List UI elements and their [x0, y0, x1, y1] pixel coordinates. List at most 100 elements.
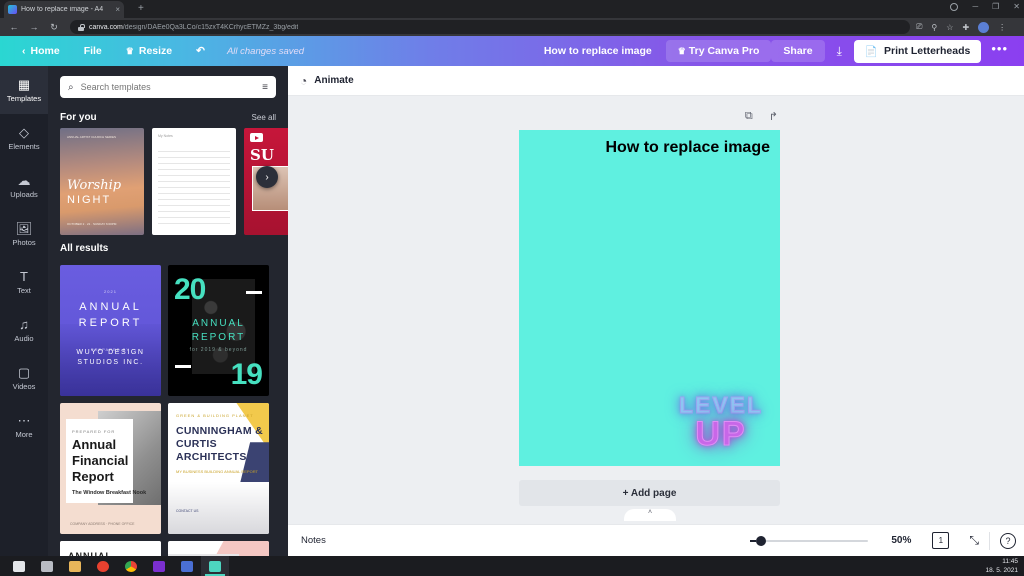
window-close-icon[interactable]: ✕ [1013, 2, 1020, 11]
notes-expand-handle[interactable]: ˄ [624, 509, 676, 521]
thumb-footer: OCTOBER 2 · 21 · SUNDAY 6:00PM [67, 222, 117, 226]
save-status: All changes saved [226, 45, 305, 57]
forward-icon[interactable]: → [24, 22, 44, 32]
search-input[interactable] [80, 82, 256, 92]
thumb-photo [168, 481, 269, 534]
template-thumbnail[interactable]: My Notes [152, 128, 236, 235]
clock-date: 18. 5. 2021 [985, 567, 1018, 574]
undo-button[interactable]: ↶ [184, 45, 217, 57]
sidebar-item-more[interactable]: ⋯ More [0, 402, 48, 450]
task-view-button[interactable] [33, 556, 61, 576]
sidebar-item-label: Elements [8, 141, 40, 151]
pro-crown-icon: ♛ [677, 46, 686, 56]
thumb-kicker: 2021 [104, 289, 117, 294]
template-thumbnail[interactable]: ANNUAL [60, 541, 161, 556]
cast-icon[interactable]: ⎚ [916, 22, 922, 32]
profile-avatar[interactable] [978, 21, 990, 33]
close-icon[interactable]: × [115, 5, 120, 14]
search-box[interactable]: ⌕ ≡ [60, 76, 276, 98]
file-button[interactable]: File [72, 45, 114, 57]
filter-icon[interactable]: ≡ [262, 82, 268, 93]
templates-icon: ▦ [17, 76, 31, 92]
home-label: Home [30, 45, 60, 57]
sidebar-item-label: Text [17, 285, 31, 295]
address-bar[interactable]: canva.com/design/DAEe0Qa3LCo/c15zxT4KCrh… [70, 20, 910, 34]
template-thumbnail[interactable]: ANNUAL ARTIST CHURCH SERIES Worship NIGH… [60, 128, 144, 235]
more-options-icon[interactable]: ••• [981, 41, 1016, 62]
duplicate-page-icon[interactable]: ⧉ [745, 110, 753, 123]
start-button[interactable] [5, 556, 33, 576]
new-tab-icon[interactable]: + [138, 4, 144, 14]
design-title[interactable]: How to replace image [544, 45, 666, 57]
level-up-graphic[interactable]: LEVEL UP [665, 392, 777, 452]
zoom-percent-label[interactable]: 50% [880, 535, 922, 546]
share-page-icon[interactable]: ↱ [769, 110, 778, 123]
design-canvas-page[interactable]: How to replace image LEVEL UP [519, 130, 780, 466]
tab-favicon [8, 5, 17, 14]
bookmark-star-icon[interactable]: ☆ [946, 23, 953, 32]
thumb-dash [246, 291, 262, 294]
zoom-slider[interactable] [750, 535, 869, 547]
carousel-next-button[interactable]: › [256, 166, 278, 188]
extensions-icon[interactable]: ✚ [962, 23, 969, 32]
file-explorer-icon[interactable] [61, 556, 89, 576]
canva-app-icon[interactable] [201, 556, 229, 576]
sidebar-item-text[interactable]: T Text [0, 258, 48, 306]
reload-icon[interactable]: ↻ [44, 22, 64, 33]
add-page-button[interactable]: + Add page [519, 480, 780, 506]
template-thumbnail[interactable] [168, 541, 269, 556]
maximize-icon[interactable]: ❐ [992, 2, 999, 11]
thumb-year-bottom: 19 [230, 358, 263, 391]
browser-tab[interactable]: How to replace image - A4 × [4, 1, 124, 18]
sidebar-item-elements[interactable]: ◇ Elements [0, 114, 48, 162]
back-icon[interactable]: ← [4, 22, 24, 32]
thumb-script: Worship [67, 178, 122, 193]
share-button[interactable]: Share [771, 40, 825, 62]
template-thumbnail[interactable]: PREPARED FOR Annual Financial Report The… [60, 403, 161, 534]
thumb-title: Annual Financial Report [72, 437, 129, 484]
taskbar-clock[interactable]: 11:45 18. 5. 2021 [985, 557, 1018, 575]
window-controls: ─ ❐ ✕ [950, 2, 1020, 11]
try-canva-pro-button[interactable]: ♛ Try Canva Pro [665, 40, 772, 62]
photos-icon: 🖼 [15, 220, 33, 236]
minimize-icon[interactable]: ─ [972, 2, 978, 11]
blue-app-icon[interactable] [173, 556, 201, 576]
more-icon: ⋯ [17, 412, 31, 428]
opera-icon[interactable] [89, 556, 117, 576]
page-count-button[interactable]: 1 [932, 530, 953, 549]
canvas-heading-text[interactable]: How to replace image [600, 137, 771, 158]
for-you-row: ANNUAL ARTIST CHURCH SERIES Worship NIGH… [48, 128, 288, 235]
home-button[interactable]: ‹ Home [10, 45, 72, 57]
print-letterheads-button[interactable]: 📄 Print Letterheads [853, 39, 982, 63]
sidebar-item-uploads[interactable]: ☁ Uploads [0, 162, 48, 210]
page-number-label: 1 [938, 536, 944, 545]
file-label: File [83, 45, 102, 57]
help-icon[interactable]: ? [1000, 532, 1016, 549]
search-icon[interactable]: ⚲ [931, 23, 937, 32]
next-app-icon[interactable] [145, 556, 173, 576]
fullscreen-icon[interactable]: ⤡ [959, 533, 989, 548]
search-area: ⌕ ≡ [48, 66, 288, 104]
resize-label: Resize [138, 45, 173, 57]
template-thumbnail[interactable]: 20 ANNUAL REPORT for 2019 & beyond 19 [168, 265, 269, 396]
sidebar-item-label: Uploads [10, 189, 38, 199]
sidebar-item-audio[interactable]: ♫ Audio [0, 306, 48, 354]
zoom-slider-knob[interactable] [756, 535, 767, 546]
notes-button[interactable]: Notes [288, 535, 326, 546]
template-thumbnail[interactable]: 2021 ANNUAL REPORT PREPARED BY WUYO DESI… [60, 265, 161, 396]
resize-button[interactable]: ♛ Resize [114, 45, 184, 57]
sidebar-item-label: Templates [6, 93, 42, 103]
chrome-menu-icon[interactable]: ⋮ [998, 23, 1006, 32]
template-thumbnail[interactable]: GREEN & BUILDING PLANET CUNNINGHAM & CUR… [168, 403, 269, 534]
bottom-bar-right: 50% 1 ⤡ ? [750, 530, 1016, 550]
download-icon[interactable]: ⤓ [825, 44, 854, 59]
sidebar-item-label: More [15, 429, 33, 439]
thumb-title: ANNUAL REPORT [191, 318, 246, 343]
sidebar-item-photos[interactable]: 🖼 Photos [0, 210, 48, 258]
sidebar-item-videos[interactable]: ▢ Videos [0, 354, 48, 402]
chrome-icon[interactable] [117, 556, 145, 576]
see-all-link[interactable]: See all [252, 113, 276, 122]
animate-button[interactable]: Animate [314, 75, 353, 86]
sidebar-item-templates[interactable]: ▦ Templates [0, 66, 48, 114]
all-results-grid: 2021 ANNUAL REPORT PREPARED BY WUYO DESI… [48, 259, 288, 556]
